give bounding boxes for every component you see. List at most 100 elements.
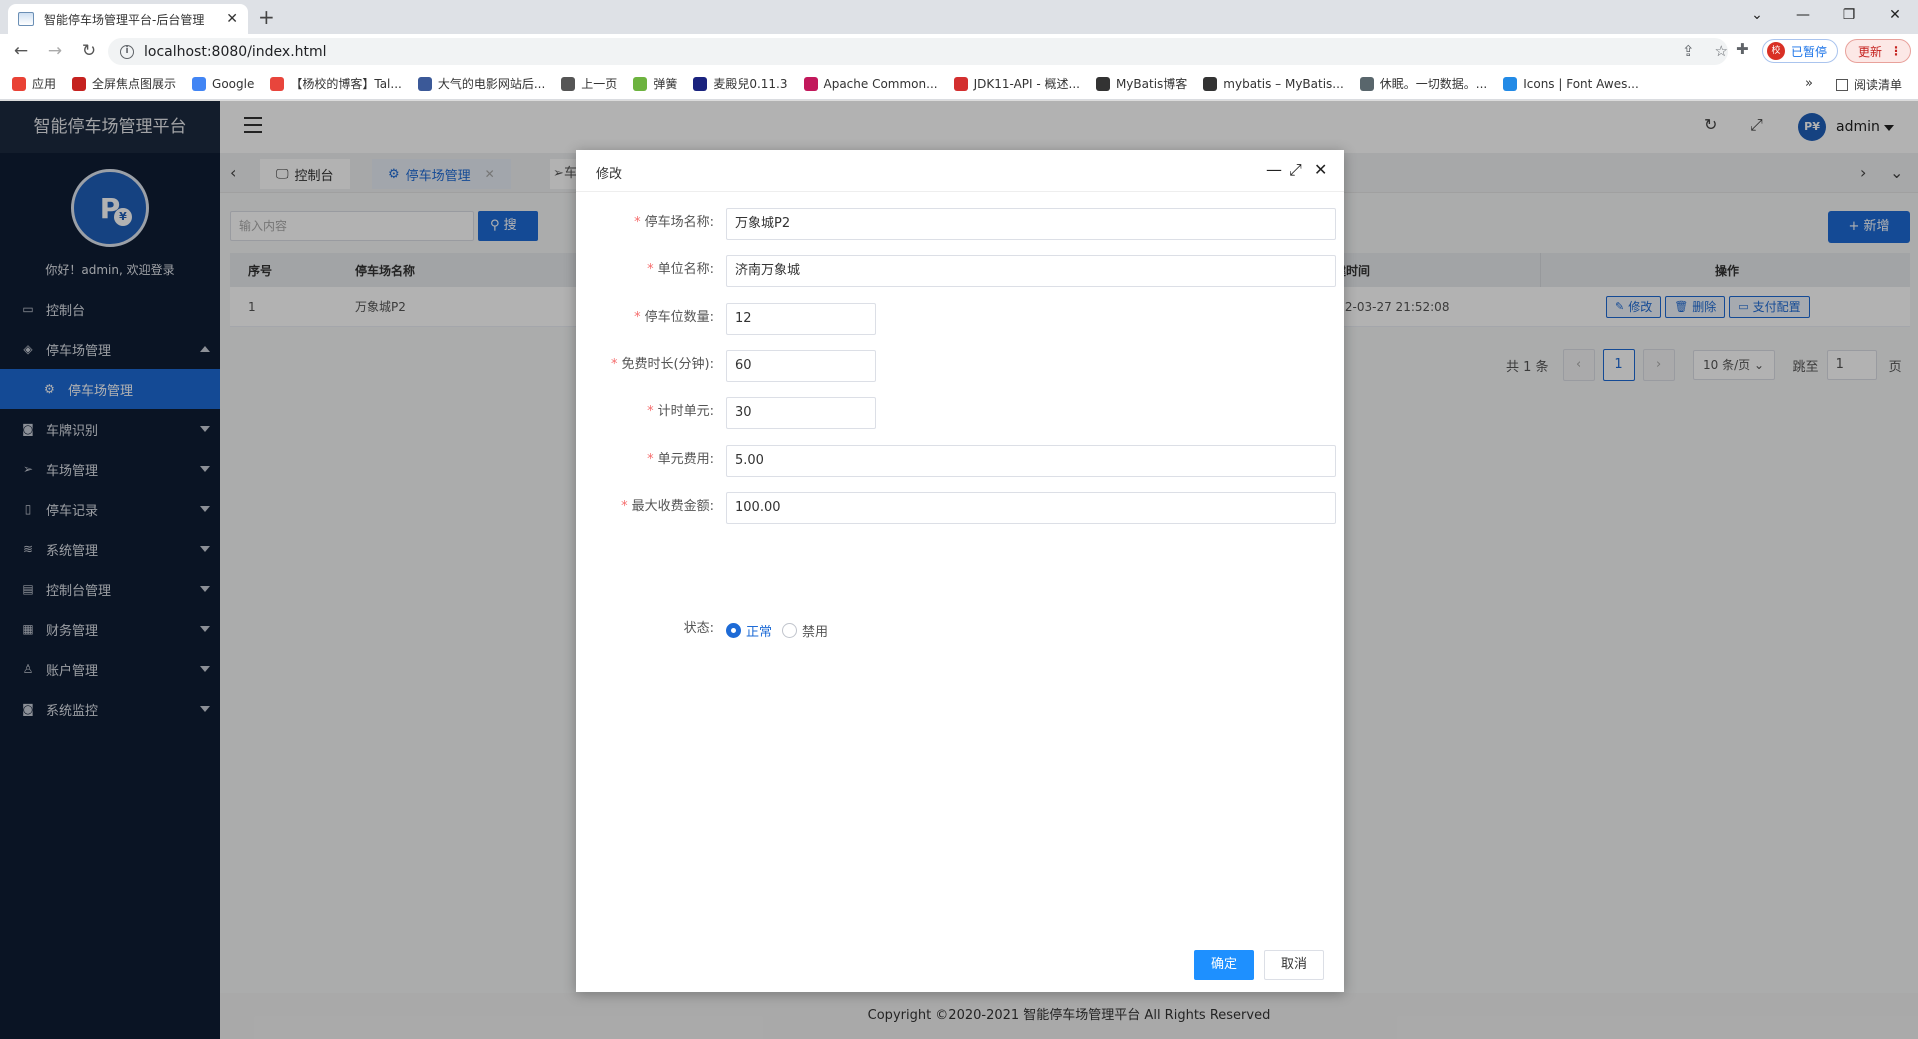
close-dialog-icon[interactable]: ✕ bbox=[1314, 160, 1327, 179]
paused-label: 已暂停 bbox=[1791, 44, 1828, 59]
bookmark-label: 应用 bbox=[32, 77, 57, 91]
form-label: * 停车位数量: bbox=[634, 301, 714, 335]
bookmark-label: 休眠。一切数据。... bbox=[1379, 77, 1488, 91]
bookmark-item[interactable]: 大气的电影网站后... bbox=[417, 75, 546, 92]
restore-icon[interactable]: ❐ bbox=[1826, 0, 1872, 30]
close-window-icon[interactable]: ✕ bbox=[1872, 0, 1918, 30]
form-row-status: 状态: 正常 禁用 bbox=[576, 612, 1344, 646]
form-label-text: 免费时长(分钟): bbox=[621, 356, 714, 372]
dialog-header: 修改 — ⤢ ✕ bbox=[576, 150, 1344, 192]
bookmark-item[interactable]: 应用 bbox=[12, 75, 56, 92]
status-disabled-label: 禁用 bbox=[802, 625, 829, 640]
cancel-button[interactable]: 取消 bbox=[1264, 950, 1324, 980]
menu-kebab-icon[interactable]: ⋮ bbox=[1890, 44, 1902, 58]
bookmark-item[interactable]: 麦殿兒0.11.3 bbox=[693, 75, 788, 92]
required-asterisk: * bbox=[621, 498, 628, 514]
address-bar[interactable]: i localhost:8080/index.html bbox=[108, 38, 1728, 65]
reading-list-button[interactable]: 阅读清单 bbox=[1836, 76, 1902, 93]
bookmark-favicon-icon bbox=[633, 76, 648, 91]
form-label-text: 单位名称: bbox=[657, 262, 714, 278]
form-input[interactable]: 100.00 bbox=[726, 491, 1336, 524]
back-icon[interactable]: ← bbox=[8, 41, 34, 61]
tab-search-icon[interactable]: ⌄ bbox=[1734, 0, 1780, 30]
minimize-dialog-icon[interactable]: — bbox=[1266, 160, 1282, 179]
bookmark-item[interactable]: Google bbox=[192, 76, 255, 91]
form-input[interactable]: 12 bbox=[726, 302, 876, 335]
forward-icon[interactable]: → bbox=[42, 41, 68, 61]
form-row: * 计时单元: 30 bbox=[576, 395, 1344, 430]
bookmark-item[interactable]: Icons | Font Awes... bbox=[1503, 76, 1639, 91]
status-radio-disabled[interactable]: 禁用 bbox=[782, 621, 828, 640]
form-input[interactable]: 万象城P2 bbox=[726, 208, 1336, 240]
browser-tabstrip: 智能停车场管理平台-后台管理 ✕ + ⌄ — ❐ ✕ bbox=[0, 0, 1918, 34]
bookmark-label: Google bbox=[212, 76, 255, 91]
bookmark-item[interactable]: 上一页 bbox=[561, 75, 617, 92]
bookmark-item[interactable]: 弹簧 bbox=[633, 75, 677, 92]
required-asterisk: * bbox=[647, 262, 654, 278]
form-label-text: 停车位数量: bbox=[644, 309, 714, 325]
required-asterisk: * bbox=[634, 215, 641, 230]
bookmark-label: MyBatis博客 bbox=[1115, 77, 1188, 91]
form-label-text: 单元费用: bbox=[657, 451, 714, 467]
bookmark-favicon-icon bbox=[270, 76, 285, 91]
form-input[interactable]: 5.00 bbox=[726, 444, 1336, 477]
bookmark-item[interactable]: Apache Common... bbox=[803, 76, 938, 91]
close-tab-icon[interactable]: ✕ bbox=[226, 11, 238, 27]
confirm-button[interactable]: 确定 bbox=[1194, 950, 1254, 980]
form-input[interactable]: 济南万象城 bbox=[726, 255, 1336, 288]
bookmark-item[interactable]: 休眠。一切数据。... bbox=[1359, 75, 1488, 92]
reload-icon[interactable]: ↻ bbox=[76, 41, 102, 61]
window-controls: ⌄ — ❐ ✕ bbox=[1734, 0, 1918, 30]
edit-dialog: 修改 — ⤢ ✕ * 停车场名称: 万象城P2 * 单位名称: 济南万象城 * 停车位数量: 1… bbox=[576, 150, 1344, 992]
bookmark-label: 全屏焦点图展示 bbox=[92, 77, 177, 91]
form-row: * 停车场名称: 万象城P2 bbox=[576, 206, 1344, 240]
bookmark-label: 弹簧 bbox=[653, 77, 678, 91]
bookmark-favicon-icon bbox=[953, 76, 968, 91]
minimize-icon[interactable]: — bbox=[1780, 0, 1826, 30]
browser-tab-title: 智能停车场管理平台-后台管理 bbox=[44, 12, 205, 27]
share-icon[interactable]: ⇪ bbox=[1682, 42, 1695, 60]
bookmark-item[interactable]: JDK11-API - 概述... bbox=[953, 75, 1080, 92]
new-tab-icon[interactable]: + bbox=[258, 6, 275, 28]
form-row: * 免费时长(分钟): 60 bbox=[576, 348, 1344, 382]
site-info-icon[interactable]: i bbox=[120, 44, 134, 59]
form-label-text: 计时单元: bbox=[657, 404, 714, 420]
form-label: * 停车场名称: bbox=[634, 206, 714, 240]
form-label: * 计时单元: bbox=[647, 395, 714, 429]
form-label-text: 最大收费金额: bbox=[631, 498, 714, 514]
bookmark-favicon-icon bbox=[1359, 76, 1374, 91]
update-button[interactable]: 更新 ⋮ bbox=[1845, 39, 1912, 63]
form-row: * 最大收费金额: 100.00 bbox=[576, 490, 1344, 524]
bookmark-item[interactable]: MyBatis博客 bbox=[1095, 75, 1188, 92]
form-input[interactable]: 60 bbox=[726, 349, 876, 382]
maximize-dialog-icon[interactable]: ⤢ bbox=[1289, 160, 1302, 180]
update-label: 更新 bbox=[1858, 44, 1883, 59]
form-label-text: 停车场名称: bbox=[644, 215, 714, 230]
bookmark-favicon-icon bbox=[693, 76, 708, 91]
required-asterisk: * bbox=[647, 404, 654, 420]
form-label: * 免费时长(分钟): bbox=[611, 348, 714, 382]
bookmark-label: mybatis – MyBatis... bbox=[1223, 76, 1344, 91]
bookmarks-bar: 应用 全屏焦点图展示 Google 【杨校的博客】Tal... 大气的电影网站后... 上… bbox=[0, 68, 1918, 100]
reading-list-label: 阅读清单 bbox=[1854, 78, 1903, 92]
bookmark-favicon-icon bbox=[803, 76, 818, 91]
form-row: * 单元费用: 5.00 bbox=[576, 443, 1344, 477]
profile-paused-button[interactable]: 校 已暂停 bbox=[1762, 39, 1839, 63]
status-radio-normal[interactable]: 正常 bbox=[726, 621, 772, 640]
bookmark-item[interactable]: 【杨校的博客】Tal... bbox=[270, 75, 402, 92]
bookmark-favicon-icon bbox=[12, 76, 26, 91]
omnibox-actions: ⇪ ☆ bbox=[1682, 42, 1728, 60]
form-row: * 停车位数量: 12 bbox=[576, 301, 1344, 335]
url-text: localhost:8080/index.html bbox=[144, 43, 327, 60]
dialog-title: 修改 bbox=[596, 167, 623, 182]
profile-avatar: 校 bbox=[1767, 42, 1785, 60]
bookmark-label: 大气的电影网站后... bbox=[437, 77, 546, 91]
bookmarks-more-icon[interactable]: » bbox=[1805, 76, 1813, 91]
browser-toolbar: ← → ↻ i localhost:8080/index.html ⇪ ☆ bbox=[0, 34, 1918, 68]
browser-tab[interactable]: 智能停车场管理平台-后台管理 ✕ bbox=[8, 4, 248, 34]
bookmark-item[interactable]: mybatis – MyBatis... bbox=[1203, 76, 1344, 91]
extensions-puzzle-icon[interactable]: ✚ bbox=[1736, 40, 1749, 58]
form-input[interactable]: 30 bbox=[726, 397, 876, 430]
bookmark-item[interactable]: 全屏焦点图展示 bbox=[72, 75, 176, 92]
bookmark-star-icon[interactable]: ☆ bbox=[1715, 42, 1728, 60]
